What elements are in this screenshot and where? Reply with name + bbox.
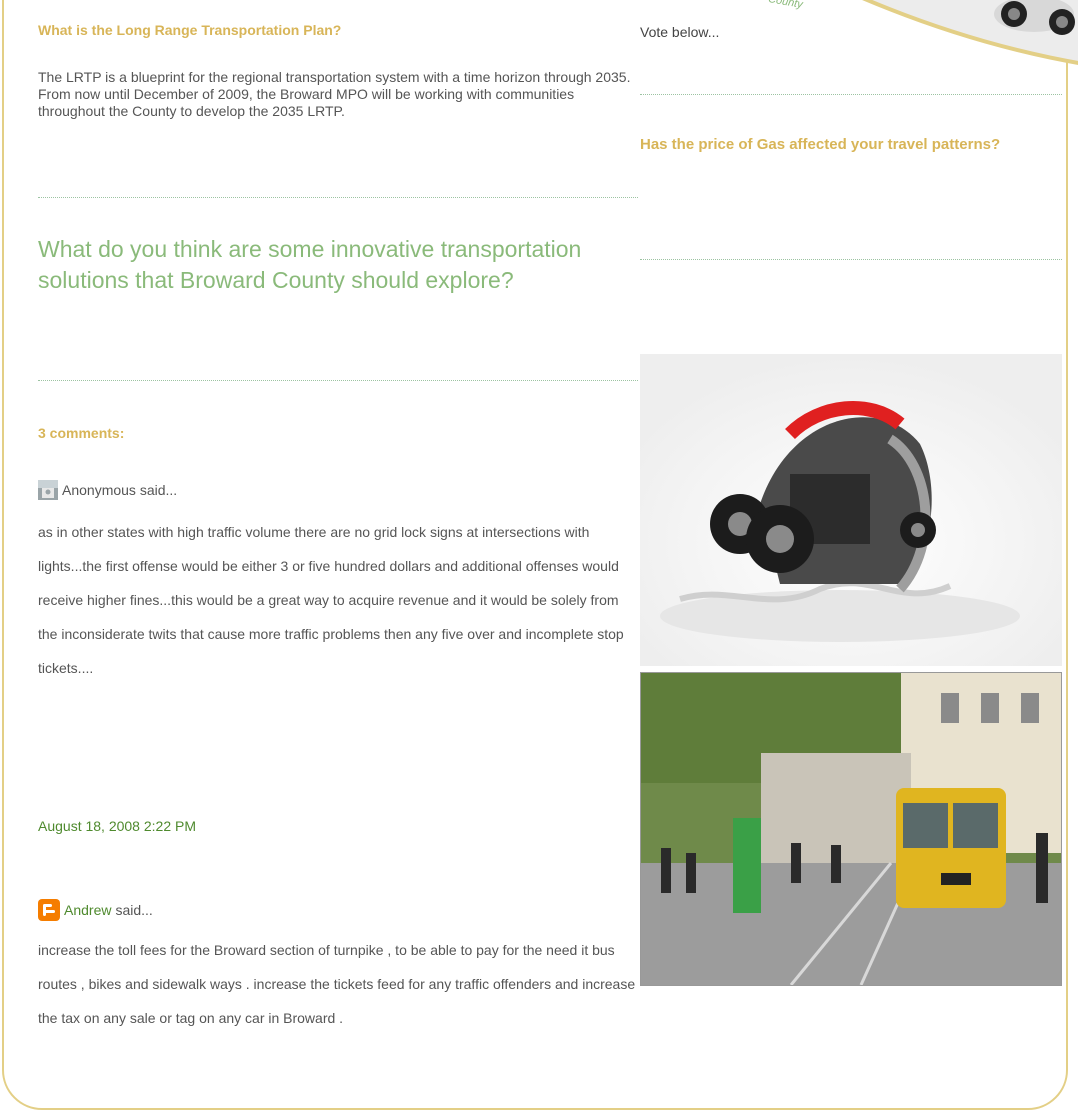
post-intro: The LRTP is a blueprint for the regional…	[38, 69, 631, 119]
poll-question: Has the price of Gas affected your trave…	[640, 136, 1001, 153]
comment-author-name: Anonymous	[62, 482, 136, 498]
discussion-question: What do you think are some innovative tr…	[38, 236, 582, 293]
tram-street-photo	[640, 672, 1062, 986]
comment-author-line: Andrew said...	[38, 899, 153, 921]
anonymous-user-icon	[38, 480, 58, 500]
concept-vehicle-image	[640, 354, 1062, 666]
comment-timestamp-link[interactable]: August 18, 2008 2:22 PM	[38, 818, 196, 834]
comment-author-line: Anonymous said...	[38, 480, 177, 500]
comment-body: increase the toll fees for the Broward s…	[38, 942, 636, 1026]
blogger-icon	[38, 899, 60, 921]
comment-author-link[interactable]: Andrew	[64, 902, 111, 918]
divider	[38, 380, 638, 381]
comment-body: as in other states with high traffic vol…	[38, 524, 624, 676]
comment-said-label: said...	[115, 902, 153, 918]
divider	[640, 259, 1062, 260]
post-heading: What is the Long Range Transportation Pl…	[38, 22, 342, 38]
comments-heading: 3 comments:	[38, 425, 125, 441]
divider	[640, 94, 1062, 95]
header-vehicle-graphic	[862, 0, 1078, 65]
vote-prompt: Vote below...	[640, 24, 720, 40]
comment-said-label: said...	[139, 482, 178, 498]
divider	[38, 197, 638, 198]
